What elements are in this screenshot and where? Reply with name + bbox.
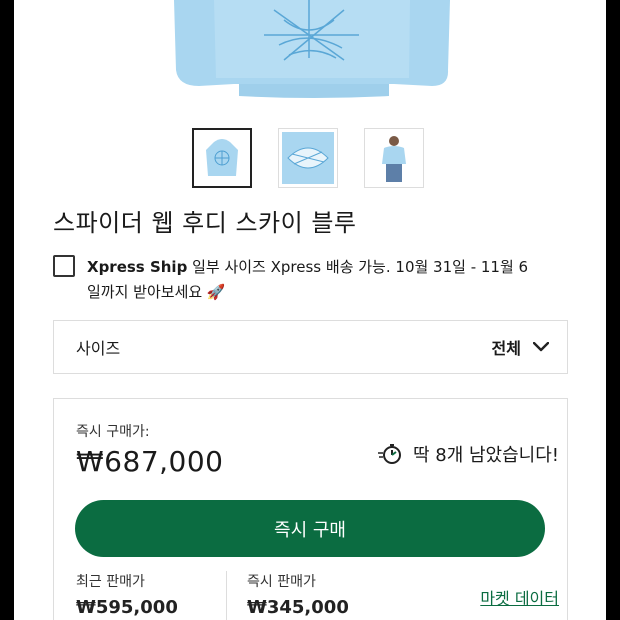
product-screen: 스파이더 웹 후디 스카이 블루 Xpress Ship 일부 사이즈 Xpre…	[14, 0, 606, 620]
buy-now-price: ₩687,000	[76, 445, 224, 478]
xpress-ship-message-line1: 일부 사이즈 Xpress 배송 가능. 10월 31일 - 11월 6	[192, 258, 529, 276]
stock-alert: 딱 8개 남았습니다!	[377, 441, 559, 467]
recent-sale-value: ₩595,000	[76, 597, 178, 618]
product-title: 스파이더 웹 후디 스카이 블루	[53, 209, 357, 237]
buy-box: 즉시 구매가: ₩687,000 딱 8개 남았습니다! 즉시 구매 최근 판매…	[53, 398, 568, 620]
instant-sell: 즉시 판매가 ₩345,000	[247, 571, 349, 618]
image-thumbnails	[192, 128, 424, 188]
stopwatch-icon	[377, 444, 401, 464]
chevron-down-icon	[533, 342, 549, 352]
stock-alert-text: 딱 8개 남았습니다!	[412, 445, 559, 466]
product-main-image[interactable]	[144, 0, 484, 110]
xpress-ship-message-line2: 일까지 받아보세요 🚀	[87, 283, 226, 301]
size-selector-label: 사이즈	[76, 339, 121, 358]
checkbox-empty-icon[interactable]	[53, 255, 75, 277]
size-selector-value: 전체	[491, 339, 521, 358]
xpress-ship-text: Xpress Ship 일부 사이즈 Xpress 배송 가능. 10월 31일…	[87, 255, 567, 305]
recent-sale-label: 최근 판매가	[76, 574, 145, 590]
xpress-ship-brand: Xpress Ship	[87, 258, 188, 276]
buy-now-price-label: 즉시 구매가:	[76, 424, 150, 440]
recent-sale: 최근 판매가 ₩595,000	[76, 571, 178, 618]
market-data-link[interactable]: 마켓 데이터	[480, 585, 559, 609]
thumbnail-front[interactable]	[192, 128, 252, 188]
stat-divider	[226, 571, 227, 620]
thumbnail-detail[interactable]	[278, 128, 338, 188]
thumbnail-model[interactable]	[364, 128, 424, 188]
scrollbar[interactable]	[18, 0, 22, 218]
size-selector[interactable]: 사이즈 전체	[53, 320, 568, 374]
instant-sell-value: ₩345,000	[247, 597, 349, 618]
instant-sell-label: 즉시 판매가	[247, 574, 316, 590]
buy-now-button[interactable]: 즉시 구매	[75, 500, 545, 557]
